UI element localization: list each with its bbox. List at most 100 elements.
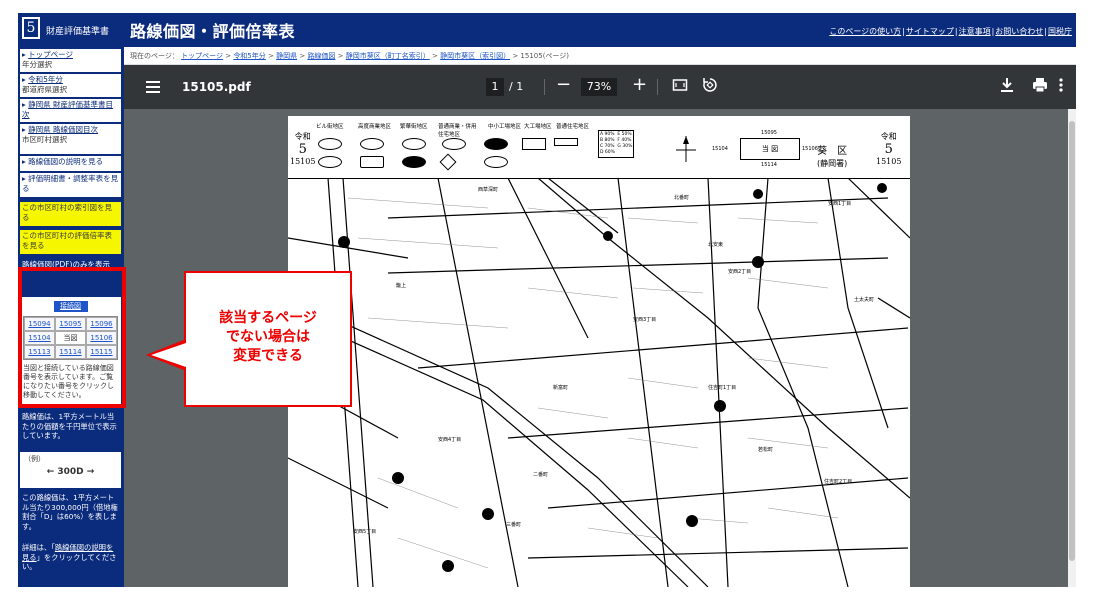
north-arrow-icon xyxy=(676,136,696,162)
print-icon[interactable] xyxy=(1032,77,1048,97)
header-links: このページの使い方|サイトマップ|注意事項|お問い合わせ|国税庁 xyxy=(829,27,1072,36)
page-number-input[interactable]: 1 xyxy=(486,78,504,96)
breadcrumb-prefix: 現在のページ： xyxy=(130,52,179,60)
adjacent-left: 15104 xyxy=(712,146,728,152)
sidebar-item-multiplier-table[interactable]: この市区町村の評価倍率表を見る xyxy=(20,230,121,254)
year-value: 5 xyxy=(298,142,307,157)
link-nta[interactable]: 国税庁 xyxy=(1048,27,1072,36)
breadcrumb-pref[interactable]: 静岡県 xyxy=(276,52,297,60)
legend-symbol xyxy=(402,156,426,168)
sidebar-item-sub: 都道府県選択 xyxy=(22,85,67,94)
download-icon[interactable] xyxy=(1000,77,1014,97)
map-label: 西草深町 xyxy=(478,187,499,193)
sidebar-item-sub: 市区町村選択 xyxy=(22,135,67,144)
map-number: 15105 xyxy=(876,157,902,166)
year-value: 5 xyxy=(884,142,893,157)
more-options-icon[interactable] xyxy=(1058,77,1064,97)
legend-label: 高度商業地区 xyxy=(358,124,392,130)
callout-line: でない場合は xyxy=(226,329,310,345)
sidebar-item-year[interactable]: ▸ 令和5年分 都道府県選択 xyxy=(20,74,121,97)
legend-symbol xyxy=(554,138,578,146)
page-title: 路線価図・評価倍率表 xyxy=(130,22,296,41)
example-box: （例） ← 300D → xyxy=(20,452,121,488)
map-year-right: 令和 5 15105 xyxy=(876,132,901,167)
zoom-level-input[interactable]: 73% xyxy=(581,78,617,96)
map-label: 安西5丁目 xyxy=(353,529,377,535)
breadcrumb: 現在のページ： トップページ > 令和5年分 > 静岡県 > 路線価図 > 静岡… xyxy=(124,47,1076,65)
example-value: ← 300D → xyxy=(46,467,95,477)
map-label: 安西3丁目 xyxy=(633,317,657,323)
link-contact[interactable]: お問い合わせ xyxy=(995,27,1043,36)
legend-symbol xyxy=(522,138,546,150)
vertical-scrollbar[interactable] xyxy=(1068,109,1076,587)
reiwa-label: 令和 xyxy=(880,132,897,141)
legend-symbol xyxy=(442,138,466,150)
legend-label: 大工場地区 xyxy=(524,124,552,130)
sidebar-item-label: 令和5年分 xyxy=(28,75,63,84)
map-label: 北安東 xyxy=(708,242,724,248)
zoom-out-icon[interactable]: − xyxy=(556,75,571,95)
example-label: （例） xyxy=(24,455,45,463)
map-header: 令和 5 15105 令和 5 15105 ビル街地区 高度商業地区 繁華街地区 普通商… xyxy=(288,116,910,179)
map-label: 安西1丁目 xyxy=(828,201,852,207)
rotate-icon[interactable] xyxy=(702,77,718,97)
adjacent-right: 15106 xyxy=(802,146,818,152)
sidebar-item-pref-contents[interactable]: ▸ 静岡県 財産評価基準書目次 xyxy=(20,99,121,122)
map-label: 住吉町1丁目 xyxy=(708,385,737,391)
sidebar-item-detail-sheet[interactable]: ▸ 評価明細書・調整率表を見る xyxy=(20,173,121,197)
breadcrumb-rosenka[interactable]: 路線価図 xyxy=(307,52,335,60)
legend-symbol xyxy=(484,156,508,168)
map-number: 15105 xyxy=(290,157,316,166)
legend-label: 普通商業・併用住宅地区 xyxy=(438,124,477,138)
toolbar-divider xyxy=(657,79,658,95)
pdf-filename: 15105.pdf xyxy=(182,80,251,94)
breadcrumb-town-index[interactable]: 静岡市葵区（町丁名索引） xyxy=(346,52,430,60)
browser-page: 5 財産評価基準書 路線価図・評価倍率表 このページの使い方|サイトマップ|注意… xyxy=(18,13,1076,587)
zoom-in-icon[interactable]: + xyxy=(632,75,647,95)
tax-office: (静岡署) xyxy=(817,159,848,168)
legend-label: 普通住宅地区 xyxy=(556,124,590,130)
sidebar-item-label: 静岡県 路線価図目次 xyxy=(28,125,99,134)
legend-label: ビル街地区 xyxy=(316,124,344,130)
highlight-box xyxy=(18,267,126,408)
sidebar-item-rosenka-contents[interactable]: ▸ 静岡県 路線価図目次 市区町村選択 xyxy=(20,124,121,154)
detail-note: 詳細は、「路線価図の説明を見る」をクリックしてください。 xyxy=(20,542,121,572)
reiwa-label: 令和 xyxy=(294,132,311,141)
sidebar-item-label: この市区町村の評価倍率表を見る xyxy=(22,231,112,250)
breadcrumb-index-map[interactable]: 静岡市葵区（索引図） xyxy=(440,52,510,60)
breadcrumb-year[interactable]: 令和5年分 xyxy=(233,52,265,60)
link-howto[interactable]: このページの使い方 xyxy=(829,27,901,36)
callout-line: 変更できる xyxy=(233,348,303,364)
sidebar-item-explanation[interactable]: ▸ 路線価図の説明を見る xyxy=(20,156,121,171)
ward-name: 葵 区 (静岡署) xyxy=(817,146,847,170)
map-label: 安西2丁目 xyxy=(728,269,752,275)
menu-icon[interactable] xyxy=(146,78,160,96)
sidebar-item-label: 路線価図の説明を見る xyxy=(28,157,104,166)
center-map-cell: 当 図 xyxy=(740,138,800,160)
sidebar-item-top[interactable]: ▸ トップページ 年分選択 xyxy=(20,49,121,72)
page-separator: / xyxy=(509,80,513,93)
legend-symbol xyxy=(439,153,457,171)
callout-pointer-inner xyxy=(151,343,186,367)
detail-pre: 詳細は、「 xyxy=(22,543,55,552)
fit-page-icon[interactable] xyxy=(672,77,688,97)
rosenka-description: この路線価は、1平方メートル当たり300,000円（借地権割合「D」は60%）を… xyxy=(20,492,121,542)
breadcrumb-top[interactable]: トップページ xyxy=(181,52,223,60)
sidebar-item-label: トップページ xyxy=(28,50,74,59)
adjacent-bottom: 15114 xyxy=(761,162,777,168)
page-total: / 1 xyxy=(509,80,523,93)
legend-symbol xyxy=(360,138,384,150)
toolbar-divider xyxy=(544,79,545,95)
pdf-toolbar: 15105.pdf 1 / 1 − 73% + xyxy=(124,65,1076,109)
legend-symbol xyxy=(484,138,508,150)
logo-number: 5 xyxy=(22,17,40,39)
map-label: 二番町 xyxy=(533,472,549,478)
leasehold-ratio-table: A 90% E 50% B 80% F 40% C 70% G 30% D 60% xyxy=(598,130,635,158)
sidebar-item-index-map[interactable]: この市区町村の索引図を見る xyxy=(20,202,121,226)
legend-symbol xyxy=(360,156,384,168)
breadcrumb-current: 15105(ページ) xyxy=(520,52,570,60)
link-notes[interactable]: 注意事項 xyxy=(959,27,991,36)
detail-post: 」をクリックしてください。 xyxy=(22,552,117,572)
link-sitemap[interactable]: サイトマップ xyxy=(906,27,954,36)
legend-label: 繁華街地区 xyxy=(400,124,428,130)
